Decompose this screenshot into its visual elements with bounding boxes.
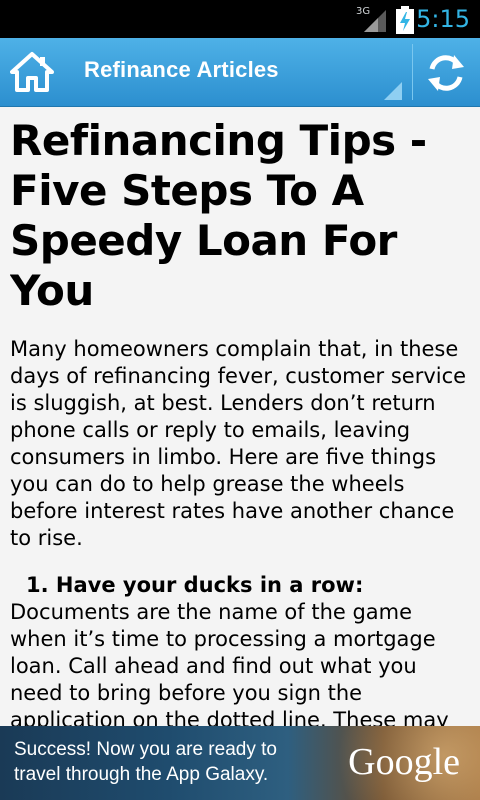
- clock: 5:15: [416, 5, 470, 33]
- home-icon[interactable]: [10, 50, 54, 94]
- refresh-icon[interactable]: [424, 51, 468, 95]
- battery-charging-icon: [396, 6, 414, 34]
- article-content[interactable]: Refinancing Tips - Five Steps To A Speed…: [10, 116, 472, 726]
- ad-banner[interactable]: Success! Now you are ready to travel thr…: [0, 726, 480, 800]
- step-heading: 1. Have your ducks in a row:: [26, 573, 364, 597]
- status-bar: 3G 5:15: [0, 0, 480, 38]
- action-bar: Refinance Articles: [0, 38, 480, 107]
- step-text: Documents are the name of the game when …: [10, 600, 449, 726]
- dropdown-indicator-icon[interactable]: [384, 82, 402, 100]
- ad-text: Success! Now you are ready to travel thr…: [14, 739, 277, 785]
- action-bar-divider: [412, 44, 413, 100]
- article-intro: Many homeowners complain that, in these …: [10, 337, 467, 550]
- article-step: 1. Have your ducks in a row: Documents a…: [10, 572, 472, 726]
- action-bar-title[interactable]: Refinance Articles: [84, 57, 279, 83]
- article-title: Refinancing Tips - Five Steps To A Speed…: [10, 116, 427, 315]
- signal-icon: [364, 10, 386, 32]
- google-logo: Google: [348, 741, 460, 783]
